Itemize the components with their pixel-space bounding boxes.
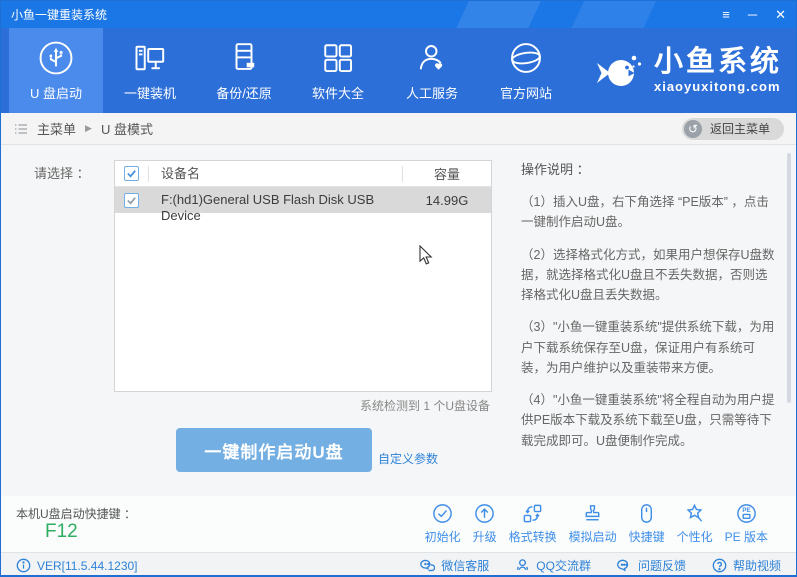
hotkey-mouse-icon	[635, 502, 658, 525]
globe-icon	[508, 40, 544, 76]
custom-params-link[interactable]: 自定义参数	[378, 450, 438, 467]
format-convert-icon	[521, 502, 544, 525]
nav-item-one-click-install[interactable]: 一键装机	[103, 28, 197, 113]
close-icon[interactable]: ✕	[775, 8, 786, 21]
help-question-icon	[712, 558, 727, 573]
window-title: 小鱼一键重装系统	[11, 6, 107, 23]
tool-initialize[interactable]: 初始化	[419, 502, 467, 545]
tool-personalize[interactable]: 个性化	[671, 502, 719, 545]
instruction-step: （4）"小鱼一键重装系统"将全程自动为用户提供PE版本下载及系统下载至U盘，只需…	[521, 390, 775, 451]
app-window: 小鱼一键重装系统 ≡ ─ ✕ U 盘启动 一键装机	[0, 0, 797, 577]
usb-icon	[38, 40, 74, 76]
breadcrumb-current: U 盘模式	[101, 119, 153, 138]
nav-item-label: 备份/还原	[216, 83, 272, 102]
upgrade-arrow-icon	[473, 502, 496, 525]
device-name: F:(hd1)General USB Flash Disk USB Device	[149, 192, 403, 208]
select-label: 请选择 ：	[34, 163, 90, 182]
tool-simulate-boot[interactable]: 模拟启动	[563, 502, 623, 545]
computer-icon	[132, 40, 168, 76]
hotkey-label: 本机U盘启动快捷键 ：	[16, 505, 136, 522]
feedback-link[interactable]: 问题反馈	[617, 557, 686, 574]
apps-grid-icon	[320, 40, 356, 76]
main-nav: U 盘启动 一键装机 备份/还原 软件大全	[1, 28, 796, 113]
personalize-star-icon	[683, 502, 706, 525]
instructions-panel: 操作说明 ： （1）插入U盘，右下角选择 “PE版本” ，点击一键制作启动U盘。…	[521, 159, 775, 463]
back-arrow-icon: ↺	[684, 120, 702, 138]
list-icon	[13, 121, 29, 137]
scrollbar[interactable]	[787, 153, 791, 403]
instruction-step: （3）"小鱼一键重装系统"提供系统下载，为用户下载系统保存至U盘，保证用户有系统…	[521, 317, 775, 378]
tool-hotkeys[interactable]: 快捷键	[623, 502, 671, 545]
tool-upgrade[interactable]: 升级	[467, 502, 503, 545]
nav-item-website[interactable]: 官方网站	[479, 28, 573, 113]
instructions-title: 操作说明 ：	[521, 159, 775, 178]
detect-status-text: 系统检测到 1 个U盘设备	[360, 397, 490, 414]
help-videos-link[interactable]: 帮助视频	[712, 557, 781, 574]
status-bar: VER[11.5.44.1230] 微信客服 QQ交流群	[1, 552, 796, 577]
nav-item-software[interactable]: 软件大全	[291, 28, 385, 113]
nav-item-backup-restore[interactable]: 备份/还原	[197, 28, 291, 113]
make-boot-usb-button[interactable]: 一键制作启动U盘	[176, 428, 372, 472]
titlebar: 小鱼一键重装系统 ≡ ─ ✕	[1, 1, 796, 28]
tools-row: 初始化 升级 格式转换	[419, 502, 774, 545]
device-capacity: 14.99G	[403, 193, 491, 208]
version-info[interactable]: VER[11.5.44.1230]	[16, 558, 138, 573]
tool-pe-version[interactable]: PE PE 版本	[719, 502, 774, 545]
row-checkbox[interactable]	[124, 193, 139, 208]
instruction-step: （1）插入U盘，右下角选择 “PE版本” ，点击一键制作启动U盘。	[521, 192, 775, 233]
nav-item-label: 人工服务	[406, 83, 458, 102]
brand-domain: xiaoyuxitong.com	[654, 80, 782, 93]
column-header-device: 设备名	[149, 166, 403, 182]
feedback-bubble-icon	[617, 558, 632, 573]
nav-item-usb-boot[interactable]: U 盘启动	[9, 28, 103, 113]
wechat-icon	[420, 558, 435, 573]
table-header: 设备名 容量	[115, 161, 491, 187]
main-content: 请选择 ： 设备名 容量 F:(hd1)General USB Flash Di…	[1, 145, 796, 496]
nav-item-label: 软件大全	[312, 83, 364, 102]
qq-group-link[interactable]: QQ交流群	[515, 557, 591, 574]
person-service-icon	[414, 40, 450, 76]
tool-format-convert[interactable]: 格式转换	[503, 502, 563, 545]
nav-item-label: U 盘启动	[30, 83, 82, 102]
init-check-icon	[431, 502, 454, 525]
svg-text:PE: PE	[742, 507, 750, 514]
breadcrumb-separator-icon: ▶	[85, 123, 92, 134]
pe-version-icon: PE	[735, 502, 758, 525]
instruction-step: （2）选择格式化方式，如果用户想保存U盘数据，就选择格式化U盘且不丢失数据，否则…	[521, 245, 775, 306]
hotkey-value: F12	[45, 521, 78, 543]
column-header-capacity: 容量	[403, 164, 491, 183]
back-to-main-menu-button[interactable]: ↺ 返回主菜单	[682, 118, 784, 140]
nav-item-label: 官方网站	[500, 83, 552, 102]
breadcrumb-bar: 主菜单 ▶ U 盘模式 ↺ 返回主菜单	[1, 113, 796, 145]
footer-bar: 本机U盘启动快捷键 ： F12 初始化 升级	[1, 496, 796, 552]
minimize-icon[interactable]: ─	[748, 8, 757, 21]
checkmark-icon	[126, 195, 137, 206]
wechat-support-link[interactable]: 微信客服	[420, 557, 489, 574]
nav-item-label: 一键装机	[124, 83, 176, 102]
brand-name: 小鱼系统	[654, 48, 782, 77]
device-table: 设备名 容量 F:(hd1)General USB Flash Disk USB…	[114, 160, 492, 392]
qq-icon	[515, 558, 530, 573]
nav-item-service[interactable]: 人工服务	[385, 28, 479, 113]
checkmark-icon	[126, 168, 137, 179]
select-all-checkbox[interactable]	[124, 166, 139, 181]
fish-icon	[594, 50, 646, 92]
brand-logo: 小鱼系统 xiaoyuxitong.com	[594, 28, 782, 113]
breadcrumb-root[interactable]: 主菜单	[37, 119, 76, 138]
backup-restore-icon	[226, 40, 262, 76]
table-row[interactable]: F:(hd1)General USB Flash Disk USB Device…	[115, 187, 491, 213]
simulate-boot-icon	[581, 502, 604, 525]
menu-icon[interactable]: ≡	[722, 8, 730, 21]
info-icon	[16, 558, 31, 573]
